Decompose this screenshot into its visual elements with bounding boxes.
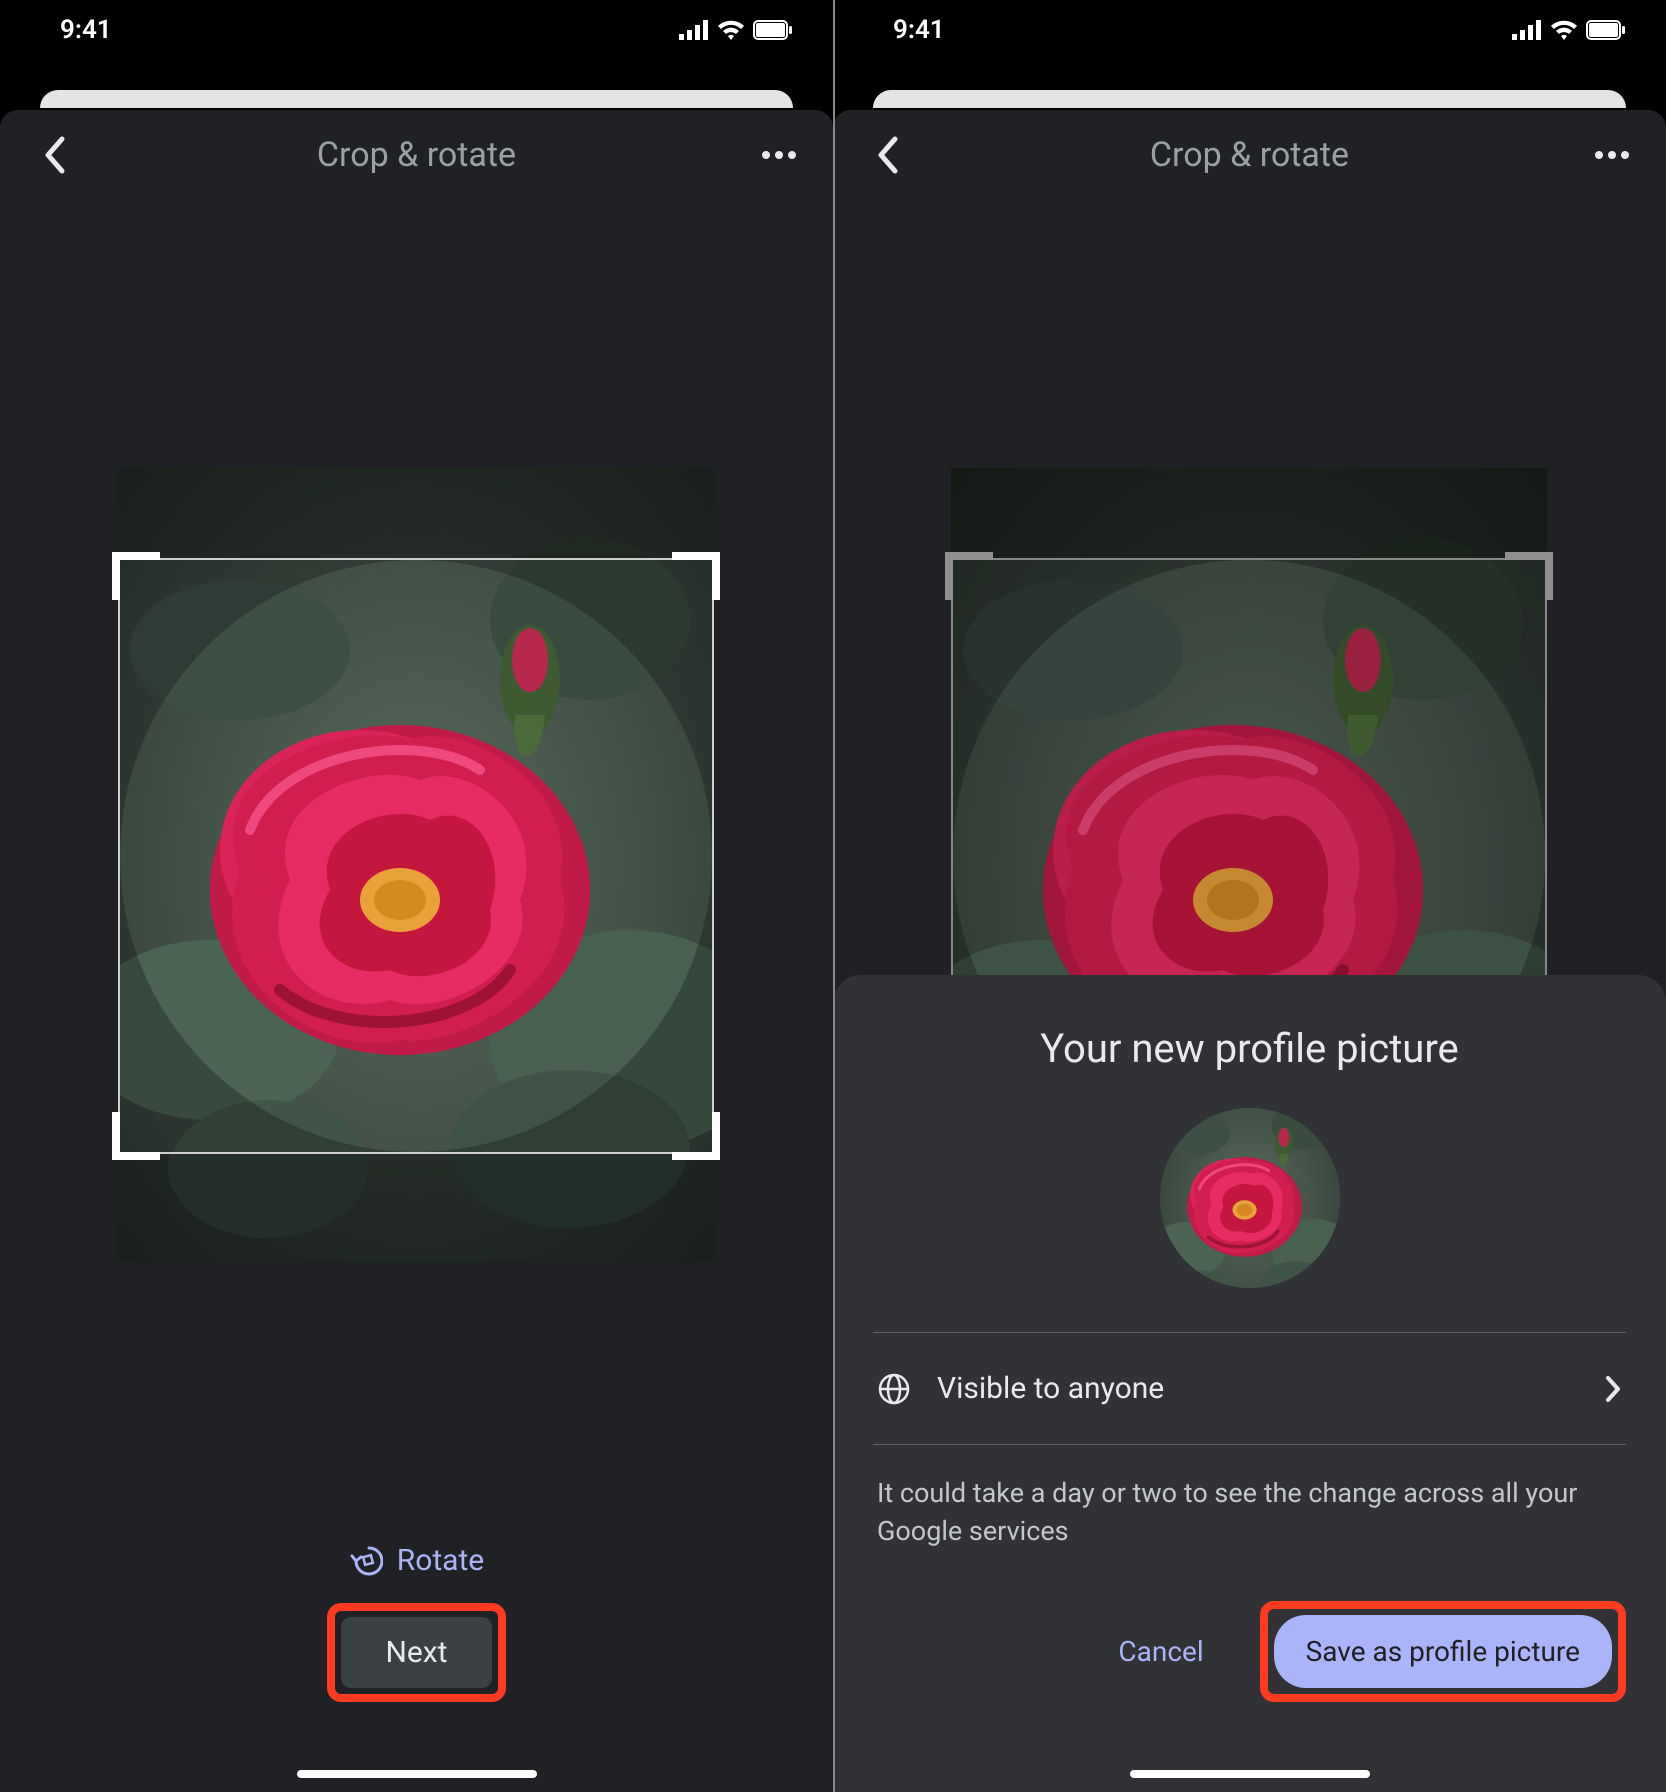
status-icons <box>679 20 793 40</box>
status-time: 9:41 <box>60 15 112 45</box>
photo-canvas[interactable] <box>118 468 714 1262</box>
chevron-left-icon <box>875 135 899 175</box>
wifi-icon <box>717 20 745 40</box>
app-surface: Crop & rotate <box>0 110 833 1792</box>
sheet-peek <box>40 90 793 108</box>
phone-screen-right: 9:41 Crop & rotate <box>833 0 1666 1792</box>
more-button[interactable] <box>755 131 803 179</box>
wifi-icon <box>1550 20 1578 40</box>
save-label: Save as profile picture <box>1306 1635 1580 1668</box>
highlight-next: Next <box>327 1603 505 1702</box>
sheet-note: It could take a day or two to see the ch… <box>877 1475 1622 1551</box>
photo-image <box>118 468 714 1262</box>
sheet-title: Your new profile picture <box>873 1025 1626 1072</box>
cellular-icon <box>1512 20 1542 40</box>
next-button[interactable]: Next <box>341 1617 491 1688</box>
back-button[interactable] <box>30 131 78 179</box>
more-button[interactable] <box>1588 131 1636 179</box>
home-indicator[interactable] <box>297 1770 537 1778</box>
status-time: 9:41 <box>893 15 945 45</box>
globe-icon <box>877 1372 911 1406</box>
divider <box>873 1444 1626 1445</box>
back-button[interactable] <box>863 131 911 179</box>
app-surface: Crop & rotate Your new profile picture <box>833 110 1666 1792</box>
sheet-peek <box>873 90 1626 108</box>
rotate-button[interactable]: Rotate <box>325 1529 508 1592</box>
save-button[interactable]: Save as profile picture <box>1274 1615 1612 1688</box>
app-header: Crop & rotate <box>0 110 833 200</box>
rotate-label: Rotate <box>397 1543 484 1578</box>
sheet-actions: Cancel Save as profile picture <box>873 1601 1626 1702</box>
screenshot-divider <box>833 0 835 1792</box>
visibility-row[interactable]: Visible to anyone <box>873 1333 1626 1444</box>
battery-icon <box>753 20 793 40</box>
home-indicator[interactable] <box>1130 1770 1370 1778</box>
more-horizontal-icon <box>761 150 797 160</box>
avatar-preview <box>1160 1108 1340 1288</box>
status-icons <box>1512 20 1626 40</box>
phone-screen-left: 9:41 Crop & rotate <box>0 0 833 1792</box>
app-header: Crop & rotate <box>833 110 1666 200</box>
page-title: Crop & rotate <box>317 135 516 175</box>
confirm-sheet: Your new profile picture Visible to anyo… <box>833 975 1666 1792</box>
next-label: Next <box>385 1635 447 1670</box>
highlight-save: Save as profile picture <box>1260 1601 1626 1702</box>
battery-icon <box>1586 20 1626 40</box>
chevron-left-icon <box>42 135 66 175</box>
cancel-label: Cancel <box>1118 1635 1203 1668</box>
rotate-icon <box>349 1544 383 1578</box>
status-bar: 9:41 <box>833 0 1666 60</box>
status-bar: 9:41 <box>0 0 833 60</box>
more-horizontal-icon <box>1594 150 1630 160</box>
page-title: Crop & rotate <box>1150 135 1349 175</box>
chevron-right-icon <box>1604 1374 1622 1404</box>
cellular-icon <box>679 20 709 40</box>
cancel-button[interactable]: Cancel <box>1092 1617 1229 1686</box>
visibility-label: Visible to anyone <box>937 1371 1578 1406</box>
